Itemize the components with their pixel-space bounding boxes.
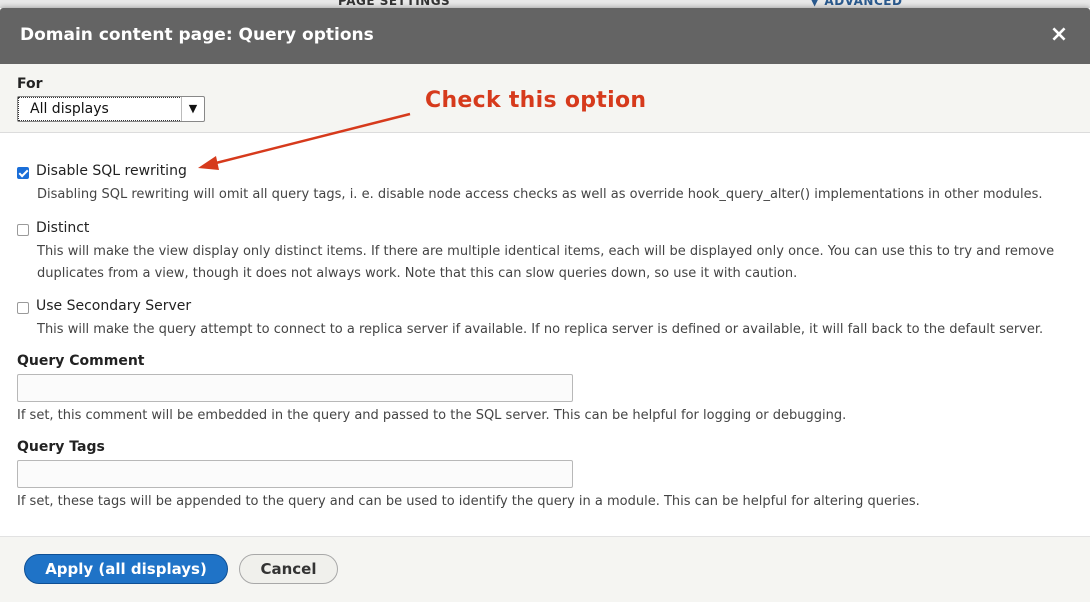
- distinct-label[interactable]: Distinct: [36, 220, 89, 236]
- annotation-text: Check this option: [425, 88, 647, 113]
- query-tags-label: Query Tags: [17, 439, 105, 455]
- background-page-settings-label: PAGE SETTINGS: [338, 0, 451, 8]
- use-secondary-server-checkbox[interactable]: [17, 302, 29, 314]
- use-secondary-server-description: This will make the query attempt to conn…: [37, 322, 1044, 337]
- close-icon[interactable]: ×: [1048, 22, 1070, 48]
- distinct-description-line2: duplicates from a view, though it does n…: [37, 266, 798, 281]
- for-select[interactable]: All displays ▼: [17, 96, 205, 122]
- chevron-down-icon: ▼: [181, 97, 204, 121]
- apply-button[interactable]: Apply (all displays): [24, 554, 228, 584]
- for-select-value: All displays: [18, 97, 182, 121]
- query-comment-description: If set, this comment will be embedded in…: [17, 408, 847, 423]
- distinct-description-line1: This will make the view display only dis…: [37, 244, 1055, 259]
- disable-sql-rewriting-description: Disabling SQL rewriting will omit all qu…: [37, 187, 1043, 202]
- dialog-title: Domain content page: Query options: [20, 25, 374, 45]
- query-tags-input[interactable]: [17, 460, 573, 488]
- query-comment-input[interactable]: [17, 374, 573, 402]
- distinct-checkbox[interactable]: [17, 224, 29, 236]
- use-secondary-server-label[interactable]: Use Secondary Server: [36, 298, 191, 314]
- disable-sql-rewriting-checkbox[interactable]: [17, 167, 29, 179]
- dialog-titlebar: Domain content page: Query options ×: [0, 8, 1090, 64]
- query-comment-label: Query Comment: [17, 353, 145, 369]
- query-tags-description: If set, these tags will be appended to t…: [17, 494, 920, 509]
- background-advanced-label: ▼ ADVANCED: [810, 0, 903, 8]
- cancel-button[interactable]: Cancel: [239, 554, 338, 584]
- for-label: For: [17, 76, 43, 92]
- disable-sql-rewriting-label[interactable]: Disable SQL rewriting: [36, 163, 187, 179]
- dialog-footer: Apply (all displays) Cancel: [0, 536, 1090, 602]
